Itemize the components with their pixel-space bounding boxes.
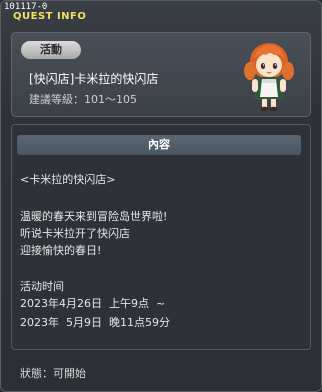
- quest-header-panel: 活動 [快闪店]卡米拉的快闪店 建議等級：101～105: [11, 32, 311, 117]
- content-line: <卡米拉的快闪店>: [20, 173, 116, 186]
- quest-info-window: 101117-0 QUEST INFO 活動 [快闪店]卡米拉的快闪店 建議等級…: [0, 0, 322, 392]
- recommend-level: 建議等級：101～105: [29, 93, 137, 106]
- content-section-title: 內容: [17, 135, 301, 155]
- content-line: 活动时间: [20, 280, 64, 293]
- content-line: 听说卡米拉开了快闪店: [20, 227, 130, 240]
- quest-status: 狀態：可開始: [20, 367, 86, 380]
- content-line: 2023年4月26日 上午9点 ~: [20, 297, 166, 310]
- content-line: 迎接愉快的春日!: [20, 244, 102, 257]
- content-line: 温暖的春天来到冒险岛世界啦!: [20, 210, 168, 223]
- content-line: 2023年 5月9日 晚11点59分: [20, 316, 170, 329]
- npc-girl-portrait-icon: [244, 43, 294, 112]
- event-badge: 活動: [21, 41, 81, 59]
- quest-name: [快闪店]卡米拉的快闪店: [29, 72, 159, 86]
- window-title: QUEST INFO: [13, 11, 87, 22]
